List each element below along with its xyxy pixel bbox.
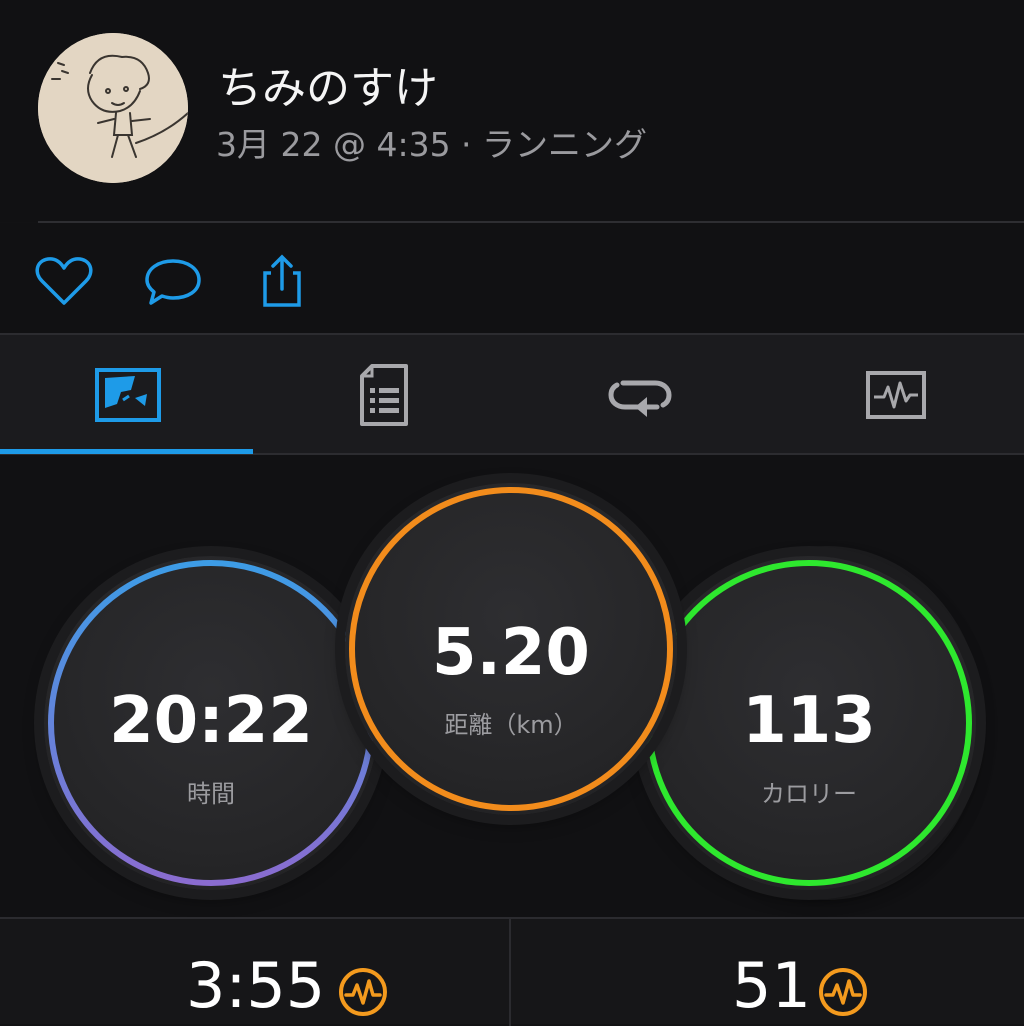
tab-charts[interactable] [768,335,1024,455]
tab-laps[interactable] [512,335,768,455]
distance-label: 距離（km） [444,711,578,739]
action-bar [0,223,1024,333]
time-label: 時間 [187,780,235,808]
activity-meta: 3月 22 @ 4:35 · ランニング [216,125,648,164]
left-metric-value: 3:55 [186,949,326,1022]
right-metric-value: 51 [732,949,811,1022]
bottom-metrics: 3:55 51 [0,917,1024,1026]
laps-icon [608,380,672,417]
training-effect-icon [339,968,387,1016]
heart-icon[interactable] [34,253,94,309]
avatar-sketch-icon [38,33,188,183]
activity-tabs [0,333,1024,455]
active-tab-indicator [0,449,253,454]
calories-label: カロリー [761,780,857,808]
distance-value: 5.20 [432,616,590,690]
details-list-icon [360,364,408,426]
user-avatar[interactable] [38,33,188,183]
calories-value: 113 [742,684,876,758]
charts-icon [866,371,926,419]
time-value: 20:22 [109,684,313,758]
distance-stat-circle: 5.20 距離（km） [345,483,677,815]
tab-details[interactable] [256,335,512,455]
map-overview-icon [95,368,161,422]
training-effect-icon [819,968,867,1016]
tab-overview[interactable] [0,335,256,455]
stats-panel: 20:22 時間 113 カロリー 5.20 距離（km） [0,455,1024,917]
share-icon[interactable] [252,253,312,309]
time-stat-circle: 20:22 時間 [44,556,378,890]
comment-icon[interactable] [143,253,203,309]
username[interactable]: ちみのすけ [218,52,438,116]
bottom-separator [509,919,511,1026]
calories-stat-circle: 113 カロリー [642,556,976,890]
activity-header: ちみのすけ 3月 22 @ 4:35 · ランニング [0,0,1024,222]
